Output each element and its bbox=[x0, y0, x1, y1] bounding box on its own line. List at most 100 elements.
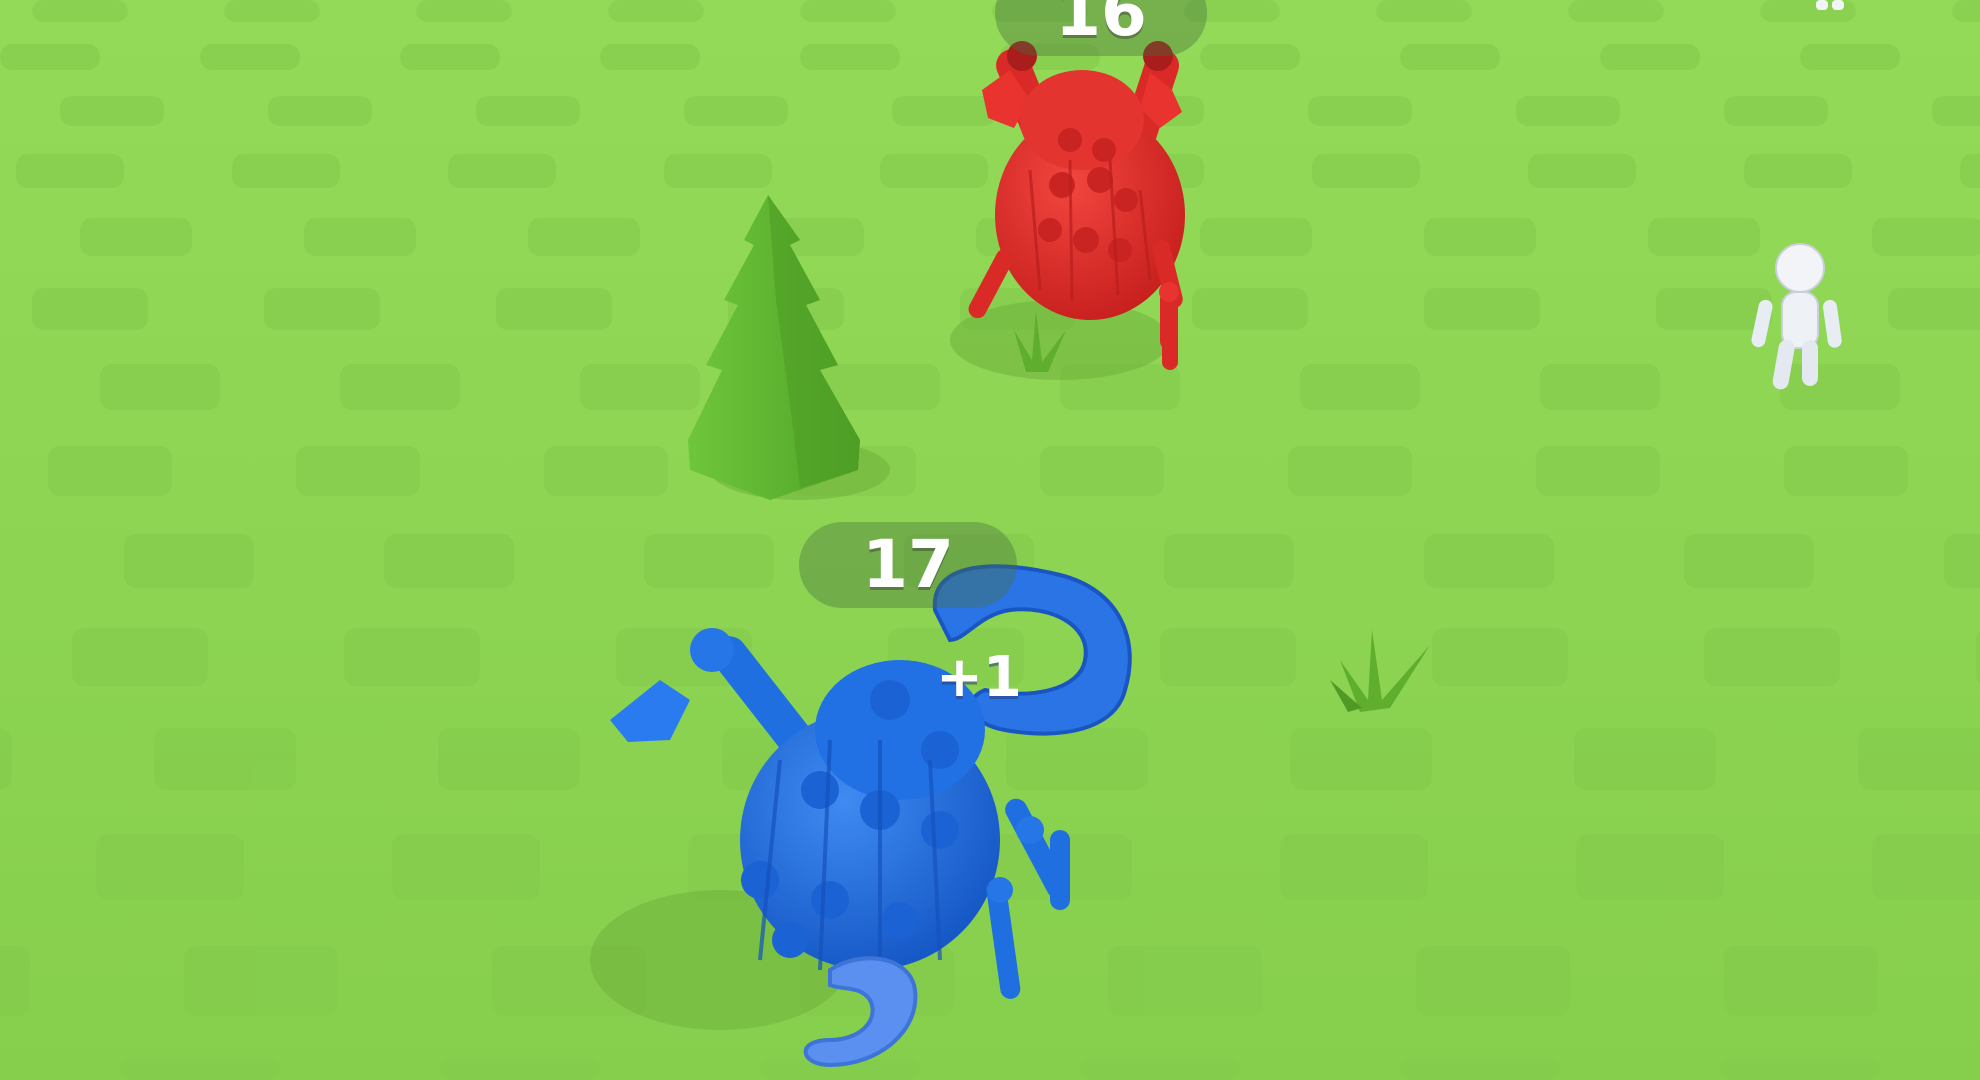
ground-tile bbox=[1780, 364, 1900, 410]
ground-tile bbox=[100, 364, 220, 410]
ground-tile bbox=[1744, 154, 1852, 188]
ground-tile bbox=[384, 534, 514, 588]
ground-tile bbox=[416, 0, 512, 22]
ground-tile bbox=[1960, 154, 1980, 188]
ground-tile bbox=[1200, 218, 1312, 256]
ground-tile bbox=[1376, 0, 1472, 22]
ground-tile bbox=[96, 834, 244, 900]
ground-tile bbox=[120, 1060, 280, 1080]
ground-tile bbox=[60, 96, 164, 126]
ground-tile bbox=[1280, 834, 1428, 900]
ground-tile bbox=[1648, 218, 1760, 256]
ground-tile bbox=[1720, 1060, 1880, 1080]
ground-tile bbox=[1312, 154, 1420, 188]
ground-tile bbox=[1724, 96, 1828, 126]
ground-tile bbox=[1704, 628, 1840, 686]
ground-tile bbox=[800, 0, 896, 22]
ground-tile bbox=[1952, 0, 1980, 22]
ground-tile bbox=[1858, 728, 1980, 790]
ground-tile bbox=[1528, 154, 1636, 188]
ground-tile bbox=[1976, 631, 1980, 683]
ground-tile bbox=[1424, 218, 1536, 256]
ground-tile bbox=[1888, 288, 1980, 330]
ground-tile bbox=[1536, 446, 1660, 496]
ground-tile bbox=[400, 44, 500, 70]
player-crowd-count-badge: 17 bbox=[799, 522, 1017, 608]
ground-tile bbox=[16, 154, 124, 188]
ground-tile bbox=[48, 446, 172, 496]
ground-tile bbox=[264, 288, 380, 330]
ground-tile bbox=[1192, 288, 1308, 330]
ground-tile bbox=[340, 364, 460, 410]
ground-tile bbox=[200, 44, 300, 70]
ground-tile bbox=[1424, 534, 1554, 588]
ground-tile bbox=[80, 218, 192, 256]
ground-tile bbox=[1080, 1060, 1240, 1080]
ground-tile bbox=[124, 534, 254, 588]
game-viewport[interactable]: 16 17 +1 bbox=[0, 0, 1980, 1080]
ground-tile bbox=[1308, 96, 1412, 126]
ground-tile bbox=[448, 154, 556, 188]
ground-tile bbox=[1424, 288, 1540, 330]
ground-tile bbox=[1040, 446, 1164, 496]
ground-tile bbox=[440, 1060, 600, 1080]
ground-tile bbox=[0, 44, 100, 70]
ground-tile bbox=[1300, 364, 1420, 410]
ground-tile bbox=[1006, 728, 1148, 790]
ground-tile bbox=[1164, 534, 1294, 588]
ground-tile bbox=[268, 96, 372, 126]
ground-tile bbox=[0, 946, 30, 1016]
ground-tile bbox=[296, 446, 420, 496]
ground-tile bbox=[72, 628, 208, 686]
ground-tile bbox=[1872, 218, 1980, 256]
ground-tile bbox=[1108, 946, 1262, 1016]
ground-tile bbox=[1600, 44, 1700, 70]
ground-tile bbox=[580, 364, 700, 410]
ground-tile bbox=[1944, 534, 1980, 588]
ground-tile bbox=[438, 728, 580, 790]
ground-tile bbox=[1200, 44, 1300, 70]
ground-tile bbox=[1400, 44, 1500, 70]
grass-tuft-icon bbox=[1330, 630, 1430, 712]
ground-tile bbox=[32, 0, 128, 22]
ground-tile bbox=[1288, 446, 1412, 496]
ground-tile bbox=[1416, 946, 1570, 1016]
ground-tile bbox=[304, 218, 416, 256]
crowd-gain-popup: +1 bbox=[936, 645, 1022, 710]
ground-tile bbox=[184, 946, 338, 1016]
ground-tile bbox=[1724, 946, 1878, 1016]
enemy-crowd-count-badge: 16 bbox=[995, 0, 1207, 56]
ground-tile bbox=[1656, 288, 1772, 330]
ground-tile bbox=[892, 96, 996, 126]
ground-tile bbox=[684, 96, 788, 126]
ground-tile bbox=[600, 44, 700, 70]
ground-tile bbox=[1574, 728, 1716, 790]
ground-tile bbox=[476, 96, 580, 126]
ground-tile bbox=[392, 834, 540, 900]
ground-tile bbox=[880, 154, 988, 188]
ground-tile bbox=[154, 728, 296, 790]
ground-tile bbox=[644, 534, 774, 588]
ground-tile bbox=[1568, 0, 1664, 22]
ground-tile bbox=[608, 0, 704, 22]
ground-tile bbox=[1290, 728, 1432, 790]
ground-tile bbox=[0, 728, 12, 790]
ground-tile bbox=[528, 218, 640, 256]
ground-tile bbox=[800, 44, 900, 70]
ground-tile bbox=[1576, 834, 1724, 900]
ground-tile bbox=[1784, 446, 1908, 496]
ground-tile bbox=[1872, 834, 1980, 900]
ground-tile bbox=[1800, 44, 1900, 70]
ground-tile bbox=[1160, 628, 1296, 686]
ground-tile bbox=[544, 446, 668, 496]
ground-tile bbox=[1540, 364, 1660, 410]
enemy-crowd-count: 16 bbox=[1055, 0, 1147, 51]
ground-tile bbox=[1516, 96, 1620, 126]
player-crowd-count: 17 bbox=[862, 526, 954, 603]
ground-tile bbox=[664, 154, 772, 188]
ground-tile bbox=[1684, 534, 1814, 588]
ground-tile bbox=[224, 0, 320, 22]
ground-tile bbox=[496, 288, 612, 330]
ground-tile bbox=[1400, 1060, 1560, 1080]
ground-tile bbox=[1432, 628, 1568, 686]
